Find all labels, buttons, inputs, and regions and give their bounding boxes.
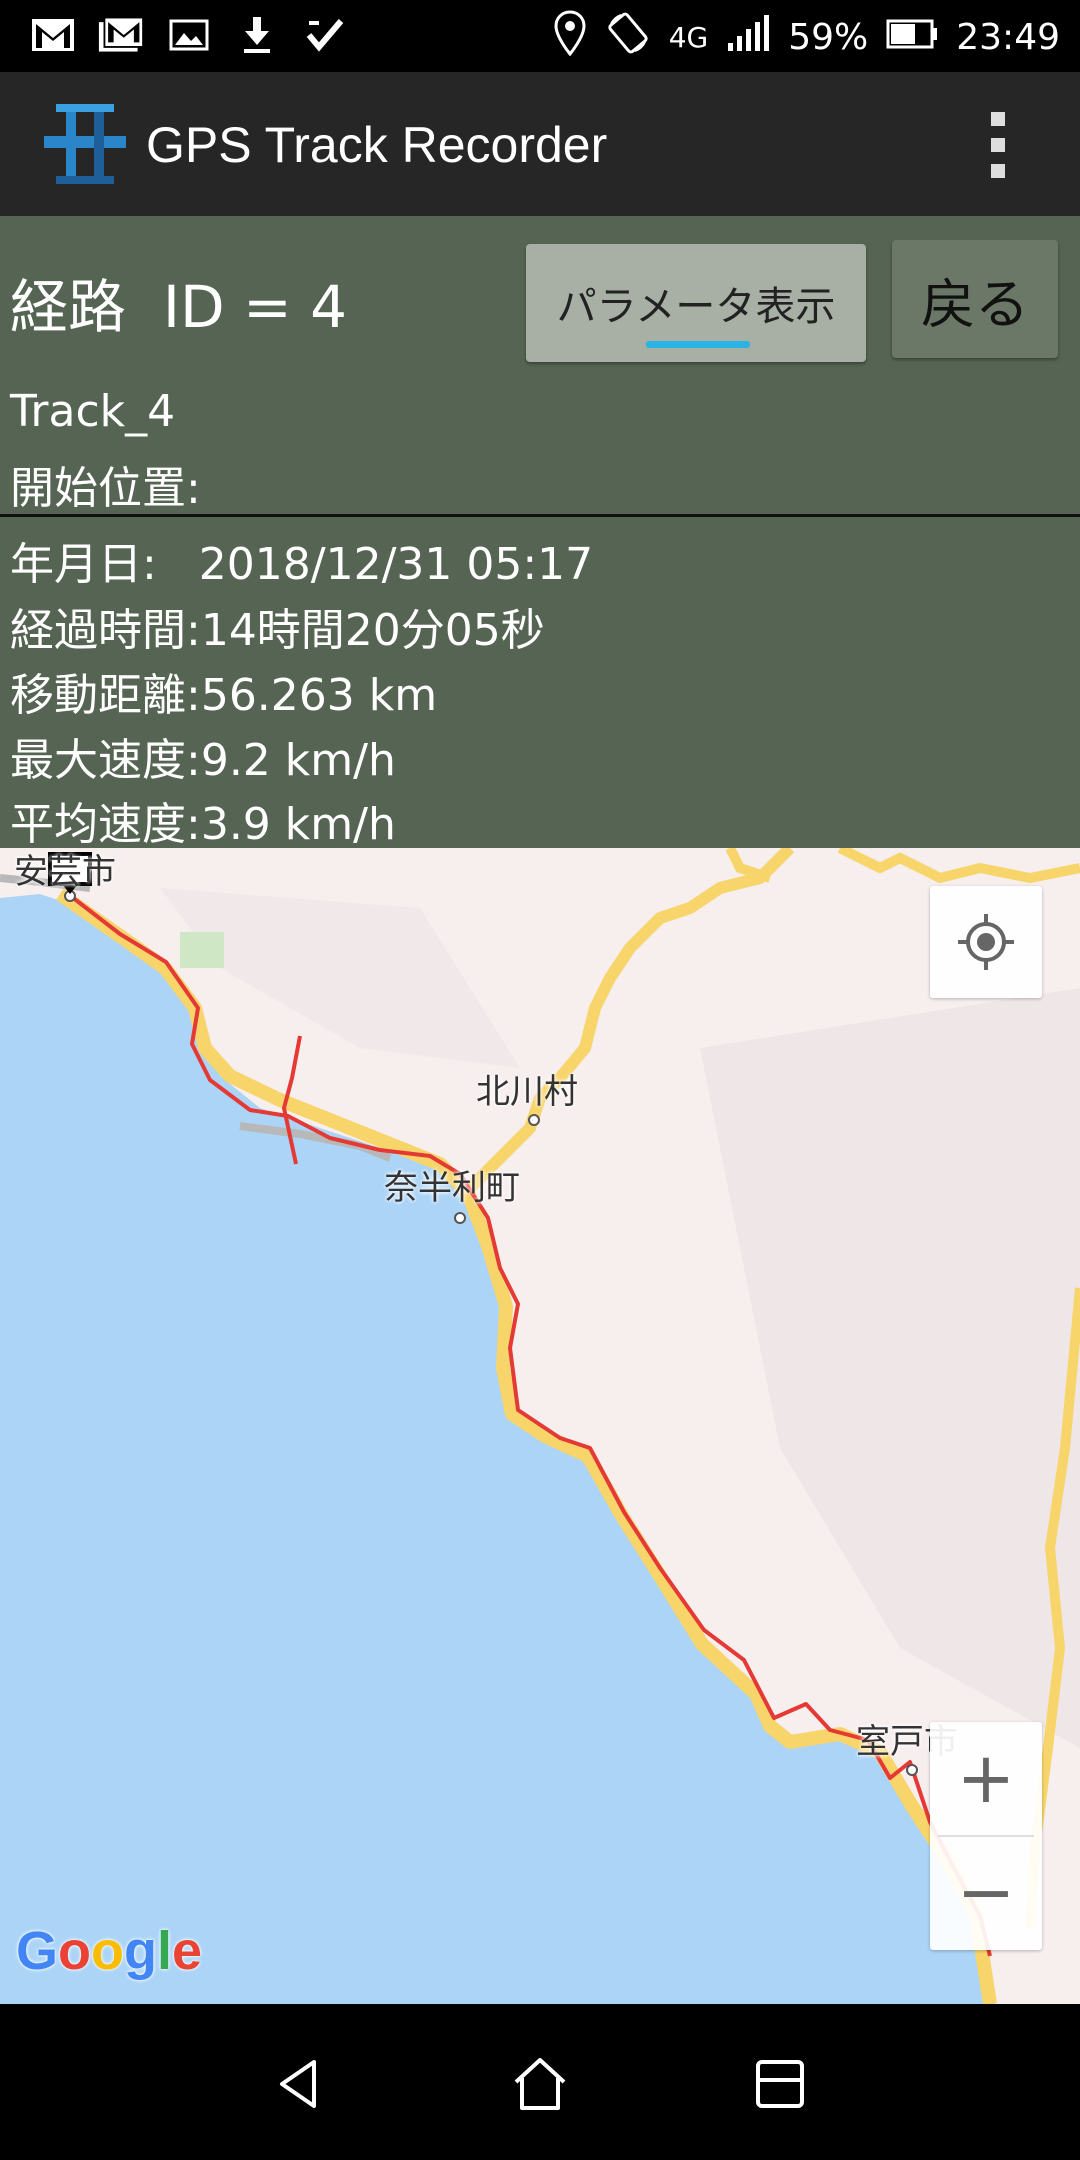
elapsed-time: 経過時間:14時間20分05秒 (10, 605, 545, 656)
rotate-icon (605, 10, 651, 65)
recents-nav-icon[interactable] (740, 2044, 820, 2124)
divider (0, 514, 1080, 517)
image-icon (166, 14, 212, 56)
battery-percent: 59% (788, 17, 869, 58)
location-icon (553, 10, 587, 65)
signal-icon (726, 13, 770, 62)
my-location-button[interactable] (930, 886, 1042, 998)
gmail-icon (30, 14, 76, 56)
app-bar: GPS Track Recorder (0, 72, 1080, 216)
map-label-aki: 安芸市 (14, 852, 116, 892)
zoom-out-button[interactable]: − (930, 1836, 1042, 1948)
check-icon (302, 14, 348, 56)
max-speed: 最大速度:9.2 km/h (10, 735, 396, 786)
map-label-kitagawa: 北川村 (476, 1072, 578, 1112)
show-parameters-label: パラメータ表示 (556, 284, 836, 330)
start-position: 開始位置: (10, 463, 201, 514)
show-parameters-button[interactable]: パラメータ表示 (526, 244, 866, 362)
map-label-nahari: 奈半利町 (384, 1168, 520, 1208)
google-logo: Google (16, 1921, 203, 1981)
button-indicator (646, 341, 750, 348)
distance: 移動距離:56.263 km (10, 670, 438, 721)
home-nav-icon[interactable] (500, 2044, 580, 2124)
app-title: GPS Track Recorder (146, 117, 608, 173)
route-info-panel: 経路 ID = 4 パラメータ表示 戻る Track_4 開始位置: 年月日: … (0, 216, 1080, 850)
battery-icon (886, 17, 938, 58)
app-logo-icon (40, 102, 130, 186)
back-label: 戻る (921, 272, 1029, 336)
clock: 23:49 (956, 17, 1060, 58)
navigation-bar (0, 2004, 1080, 2160)
gmail-icon (98, 14, 144, 56)
route-title: 経路 ID = 4 (10, 273, 348, 341)
download-icon (234, 14, 280, 56)
zoom-controls: + − (930, 1722, 1042, 1950)
track-name: Track_4 (10, 386, 176, 437)
back-nav-icon[interactable] (260, 2044, 340, 2124)
average-speed: 平均速度:3.9 km/h (10, 799, 396, 850)
crosshair-icon (958, 914, 1014, 970)
back-button[interactable]: 戻る (892, 240, 1058, 358)
date-value: 年月日: 2018/12/31 05:17 (10, 539, 594, 590)
map-view[interactable]: 安芸市 北川村 奈半利町 室戸市 + − Google (0, 848, 1080, 2004)
status-bar: 4G 59% 23:49 (0, 0, 1080, 72)
map-canvas (0, 848, 1080, 2004)
zoom-in-button[interactable]: + (930, 1722, 1042, 1834)
network-type: 4G (668, 21, 709, 54)
overflow-menu-icon[interactable] (986, 112, 1010, 178)
